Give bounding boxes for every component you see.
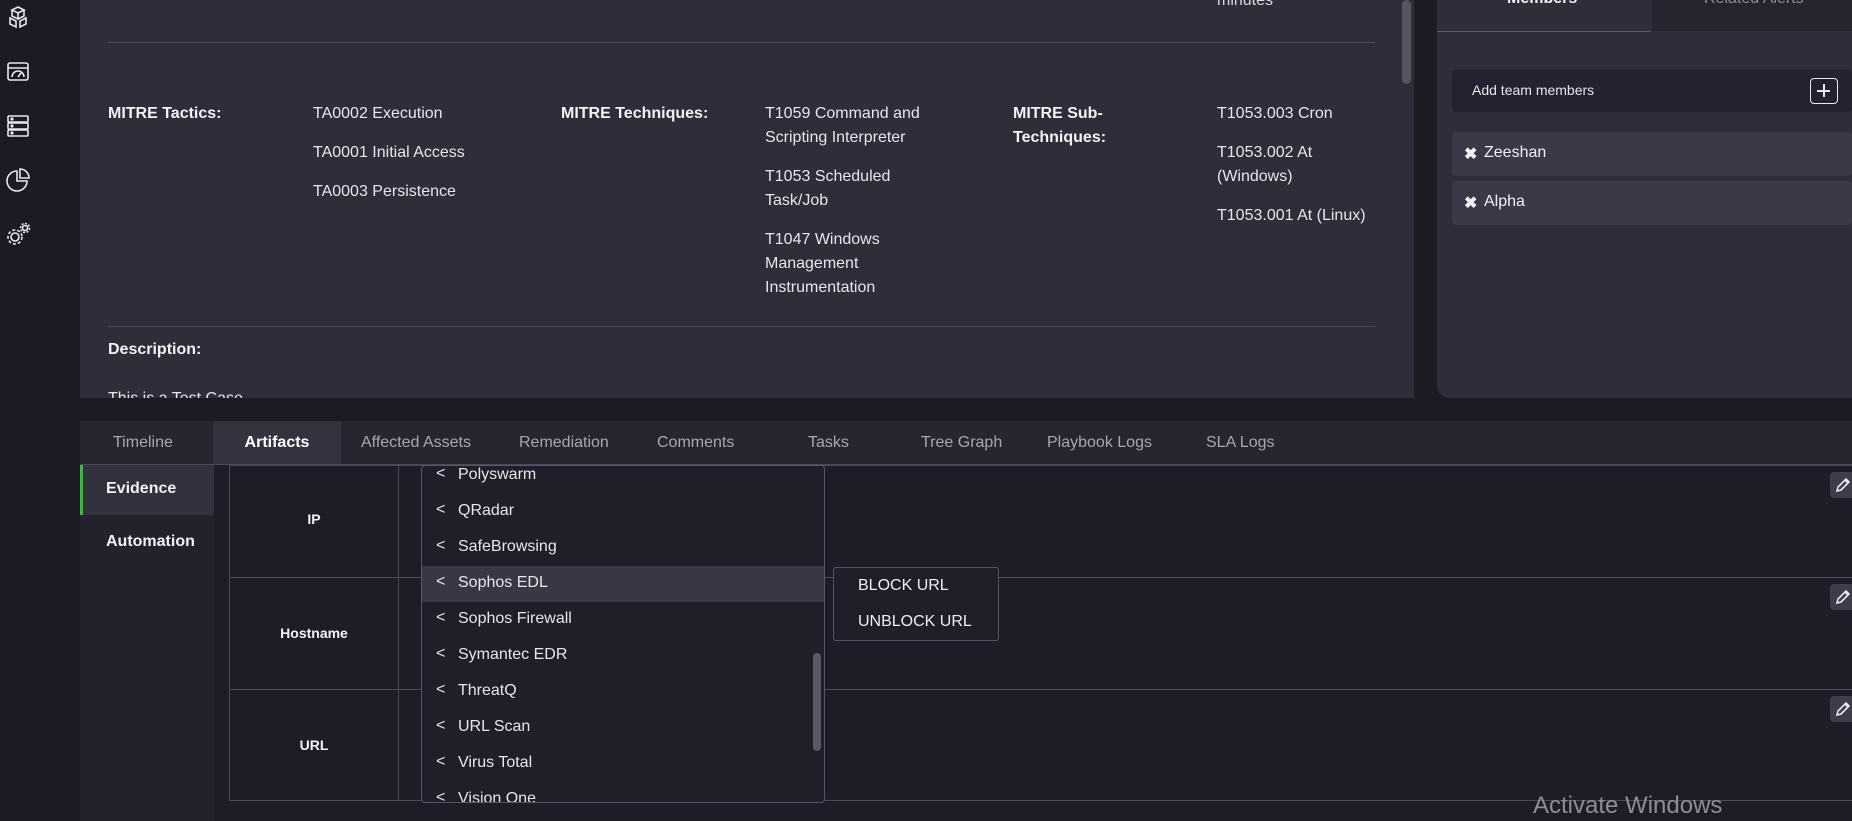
settings-icon[interactable]	[4, 220, 32, 248]
integration-item[interactable]: < Polyswarm	[422, 465, 824, 494]
member-chip: ✖ Alpha	[1452, 181, 1852, 225]
add-team-members-label: Add team members	[1472, 82, 1595, 98]
dropdown-scrollbar[interactable]	[813, 653, 821, 751]
chevron-left-icon: <	[436, 645, 446, 662]
remove-member-icon[interactable]: ✖	[1464, 144, 1477, 164]
mitre-technique-item: T1047 Windows Management Instrumentation	[765, 231, 880, 296]
integration-item[interactable]: < SafeBrowsing	[422, 530, 824, 566]
member-name: Zeeshan	[1484, 144, 1547, 161]
tab-playbook-logs[interactable]: Playbook Logs	[1047, 421, 1152, 465]
mitre-technique-item: T1053 Scheduled Task/Job	[765, 168, 891, 209]
cubes-icon[interactable]	[4, 4, 32, 32]
integration-item[interactable]: < Sophos Firewall	[422, 602, 824, 638]
tab-related-alerts[interactable]: Related Alerts	[1652, 0, 1852, 31]
integration-item[interactable]: < ThreatQ	[422, 674, 824, 710]
mitre-subtechnique-item: T1053.001 At (Linux)	[1217, 207, 1366, 224]
member-chip: ✖ Zeeshan	[1452, 132, 1852, 176]
action-submenu: BLOCK URL UNBLOCK URL	[833, 567, 999, 641]
integration-dropdown[interactable]: < Polyswarm < QRadar < SafeBrowsing < Sophos…	[421, 465, 825, 803]
mitre-subtechniques-label: MITRE Sub-Techniques:	[1013, 105, 1107, 146]
tab-comments[interactable]: Comments	[657, 421, 734, 465]
add-member-button[interactable]	[1810, 78, 1838, 104]
case-details-panel	[80, 0, 1414, 398]
integration-item[interactable]: < Virus Total	[422, 746, 824, 782]
tab-tasks[interactable]: Tasks	[808, 421, 849, 465]
tab-timeline[interactable]: Timeline	[113, 421, 173, 465]
mitre-tactic-item: TA0001 Initial Access	[313, 144, 465, 161]
os-watermark: Activate Windows	[1533, 792, 1723, 819]
mitre-tactics-list: TA0002 Execution TA0001 Initial Access T…	[313, 102, 513, 219]
member-name: Alpha	[1484, 193, 1525, 210]
pencil-icon	[1835, 477, 1851, 493]
panel-gap	[80, 398, 1414, 421]
divider	[108, 326, 1375, 327]
mitre-tactic-item: TA0003 Persistence	[313, 183, 456, 200]
pie-chart-icon[interactable]	[4, 166, 32, 194]
details-scrollbar[interactable]	[1402, 0, 1411, 84]
description-label: Description:	[108, 341, 202, 358]
artifact-type-ip: IP	[307, 511, 321, 527]
tab-artifacts[interactable]: Artifacts	[213, 421, 341, 465]
remove-member-icon[interactable]: ✖	[1464, 193, 1477, 213]
tab-affected-assets[interactable]: Affected Assets	[361, 421, 471, 465]
mitre-subtechnique-item: T1053.002 At (Windows)	[1217, 144, 1313, 185]
chevron-left-icon: <	[436, 753, 446, 770]
mitre-technique-item: T1059 Command and Scripting Interpreter	[765, 105, 920, 146]
tab-sla-logs[interactable]: SLA Logs	[1206, 421, 1275, 465]
chevron-left-icon: <	[436, 573, 446, 590]
subnav-evidence[interactable]: Evidence	[80, 465, 214, 515]
artifact-type-hostname: Hostname	[280, 625, 348, 641]
unblock-url-action[interactable]: UNBLOCK URL	[858, 613, 972, 631]
integration-item-highlighted[interactable]: < Sophos EDL	[422, 566, 824, 602]
pencil-icon	[1835, 701, 1851, 717]
chevron-left-icon: <	[436, 465, 446, 482]
chevron-left-icon: <	[436, 609, 446, 626]
artifact-type-url: URL	[299, 737, 329, 753]
mitre-subtechnique-item: T1053.003 Cron	[1217, 105, 1333, 122]
mitre-techniques-label: MITRE Techniques:	[561, 105, 709, 122]
mitre-tactics-label: MITRE Tactics:	[108, 105, 222, 122]
tab-remediation[interactable]: Remediation	[519, 421, 609, 465]
dashboard-icon[interactable]	[4, 58, 32, 86]
panel-gap	[1437, 398, 1852, 421]
time-unit-text: minutes	[1217, 0, 1274, 9]
chevron-left-icon: <	[436, 789, 446, 803]
edit-artifact-button[interactable]	[1830, 584, 1852, 610]
integration-item[interactable]: < URL Scan	[422, 710, 824, 746]
edit-artifact-button[interactable]	[1830, 696, 1852, 722]
mitre-techniques-list: T1059 Command and Scripting Interpreter …	[765, 102, 940, 315]
left-nav-rail	[0, 0, 68, 821]
subnav-automation[interactable]: Automation	[80, 518, 214, 568]
integration-item[interactable]: < Symantec EDR	[422, 638, 824, 674]
database-icon[interactable]	[4, 112, 32, 140]
pencil-icon	[1835, 589, 1851, 605]
chevron-left-icon: <	[436, 537, 446, 554]
mitre-tactic-item: TA0002 Execution	[313, 105, 443, 122]
tab-tree-graph[interactable]: Tree Graph	[921, 421, 1002, 465]
divider	[108, 42, 1375, 43]
chevron-left-icon: <	[436, 717, 446, 734]
integration-item[interactable]: < Vision One	[422, 782, 824, 803]
tab-members[interactable]: Members	[1437, 0, 1651, 32]
edit-artifact-button[interactable]	[1830, 472, 1852, 498]
mitre-subtechniques-list: T1053.003 Cron T1053.002 At (Windows) T1…	[1217, 102, 1377, 243]
chevron-left-icon: <	[436, 501, 446, 518]
block-url-action[interactable]: BLOCK URL	[858, 577, 949, 595]
chevron-left-icon: <	[436, 681, 446, 698]
integration-item[interactable]: < QRadar	[422, 494, 824, 530]
